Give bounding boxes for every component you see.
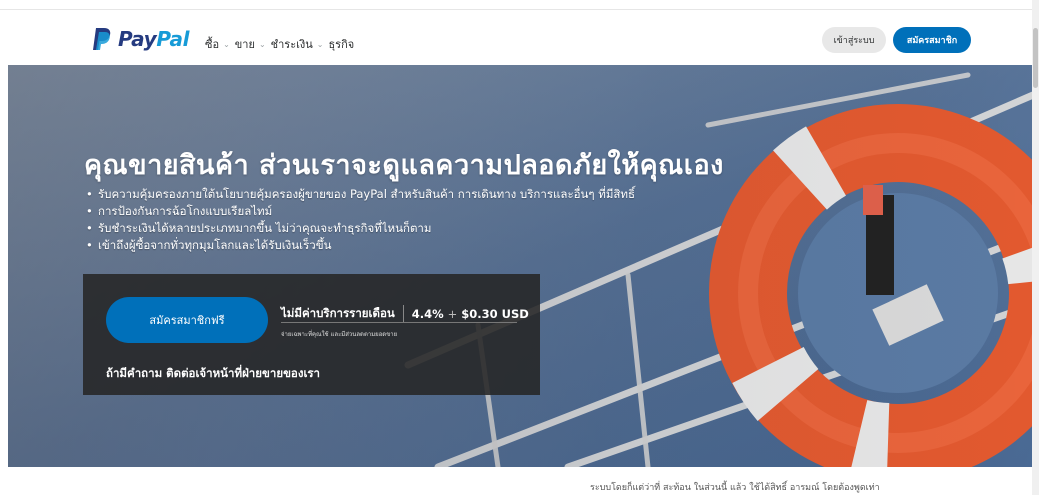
paypal-p-icon — [93, 28, 111, 50]
nav-item-label: ขาย — [234, 38, 255, 51]
signup-button[interactable]: สมัครสมาชิก — [893, 27, 971, 53]
hero-title: คุณขายสินค้า ส่วนเราจะดูแลความปลอดภัยให้… — [84, 150, 724, 181]
paypal-logo[interactable]: PayPal — [92, 27, 190, 51]
chevron-down-icon: ⌄ — [223, 39, 230, 49]
fee-info: ไม่มีค่าบริการรายเดือน 4.4% + $0.30 USD — [281, 305, 529, 323]
benefit-item: รับความคุ้มครองภายใต้นโยบายคุ้มครองผู้ขา… — [84, 186, 635, 203]
page: PayPal ซื้อ ⌄ ขาย ⌄ ชำระเงิน ⌄ ธุรกิจ เข… — [0, 0, 1039, 495]
benefits-list: รับความคุ้มครองภายใต้นโยบายคุ้มครองผู้ขา… — [84, 186, 635, 254]
fee-value: 4.4% + $0.30 USD — [411, 307, 529, 321]
top-nav-bar: PayPal ซื้อ ⌄ ขาย ⌄ ชำระเงิน ⌄ ธุรกิจ เข… — [0, 9, 1032, 65]
chevron-down-icon: ⌄ — [258, 39, 266, 49]
signup-panel: สมัครสมาชิกฟรี ไม่มีค่าบริการรายเดือน 4.… — [83, 274, 540, 395]
nav-item-pay[interactable]: ชำระเงิน ⌄ — [271, 35, 329, 53]
benefit-item: การป้องกันการฉ้อโกงแบบเรียลไทม์ — [84, 203, 635, 220]
hero-banner: คุณขายสินค้า ส่วนเราจะดูแลความปลอดภัยให้… — [8, 65, 1033, 467]
main-nav: ซื้อ ⌄ ขาย ⌄ ชำระเงิน ⌄ ธุรกิจ — [205, 35, 354, 53]
benefit-item: เข้าถึงผู้ซื้อจากทั่วทุกมุมโลกและได้รับเ… — [84, 237, 635, 254]
benefit-item: รับชำระเงินได้หลายประเภทมากขึ้น ไม่ว่าคุ… — [84, 220, 635, 237]
nav-item-label: ชำระเงิน — [270, 38, 313, 51]
nav-item-label: ธุรกิจ — [328, 38, 355, 51]
nav-item-sell[interactable]: ขาย ⌄ — [235, 35, 271, 53]
nav-item-business[interactable]: ธุรกิจ — [328, 35, 354, 53]
nav-item-buy[interactable]: ซื้อ ⌄ — [205, 35, 235, 53]
free-signup-button[interactable]: สมัครสมาชิกฟรี — [106, 297, 268, 343]
fee-note: จ่ายเฉพาะที่คุณใช้ และมีส่วนลดตามยอดขาย — [281, 331, 398, 338]
login-button[interactable]: เข้าสู่ระบบ — [822, 27, 886, 53]
section-text-partial: ระบบโดยก็แต่ว่าที่ สะท้อน ในส่วนนี้ แล้ว… — [590, 483, 880, 493]
divider — [281, 322, 517, 323]
contact-sales-link[interactable]: ถ้ามีคำถาม ติดต่อเจ้าหน้าที่ฝ่ายขายของเร… — [106, 365, 320, 383]
scroll-thumb[interactable] — [1033, 28, 1038, 88]
chevron-down-icon: ⌄ — [316, 39, 324, 49]
paypal-wordmark: PayPal — [118, 27, 190, 51]
page-scrollbar[interactable] — [1032, 0, 1039, 495]
nav-item-label: ซื้อ — [205, 38, 220, 51]
fee-label: ไม่มีค่าบริการรายเดือน — [281, 305, 404, 323]
hero-overlay — [8, 65, 1033, 467]
